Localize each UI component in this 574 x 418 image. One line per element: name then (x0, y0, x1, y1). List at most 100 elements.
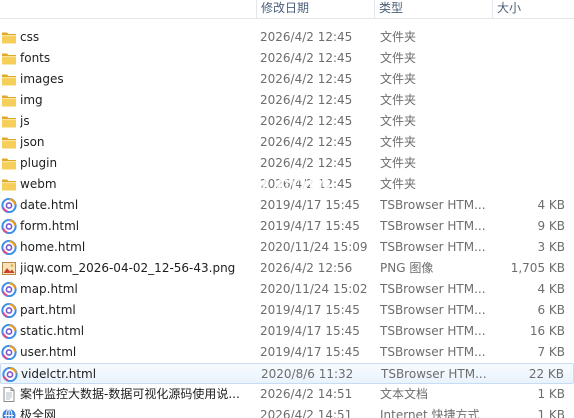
file-name: 极全网 (20, 408, 57, 418)
file-type: TSBrowser HTM... (380, 240, 486, 254)
browser-icon (1, 344, 17, 361)
file-modified-date: 2019/4/17 15:45 (260, 303, 360, 317)
file-size: 3 KB (537, 240, 565, 254)
folder-icon (1, 30, 17, 45)
file-modified-date: 2026/4/2 12:45 (260, 51, 353, 65)
file-type: 文件夹 (380, 93, 417, 107)
file-size: 1 KB (537, 408, 565, 418)
folder-icon (1, 114, 17, 129)
file-name: home.html (20, 240, 86, 254)
shortcut-icon (1, 408, 17, 418)
file-type: 文件夹 (380, 51, 417, 65)
column-header-modified[interactable]: 修改日期 (256, 0, 374, 19)
file-row[interactable]: img 2026/4/2 12:45 文件夹 (0, 90, 574, 111)
file-type: 文件夹 (380, 30, 417, 44)
file-type: 文件夹 (380, 72, 417, 86)
file-row[interactable]: fonts 2026/4/2 12:45 文件夹 (0, 48, 574, 69)
file-row[interactable]: 案件监控大数据-数据可视化源码使用说... 2026/4/2 14:51 文本文档 1… (0, 384, 574, 405)
browser-icon (1, 281, 17, 298)
file-size: 6 KB (537, 303, 565, 317)
image-icon (1, 261, 17, 276)
file-name: webm (20, 177, 57, 191)
file-name: static.html (20, 324, 85, 338)
file-name: plugin (20, 156, 58, 170)
folder-icon (1, 72, 17, 87)
file-type: TSBrowser HTM... (380, 345, 486, 359)
file-row[interactable]: webm 2026/4/2 12:45 文件夹 (0, 174, 574, 195)
file-size: 7 KB (537, 345, 565, 359)
browser-icon (1, 302, 17, 319)
file-name: img (20, 93, 43, 107)
file-modified-date: 2019/4/17 15:45 (260, 324, 360, 338)
file-type: Internet 快捷方式 (380, 408, 480, 418)
file-row[interactable]: css 2026/4/2 12:45 文件夹 (0, 27, 574, 48)
file-row[interactable]: static.html 2019/4/17 15:45 TSBrowser HTM.… (0, 321, 574, 342)
file-row[interactable]: 极全网 2026/4/2 14:51 Internet 快捷方式 1 KB (0, 405, 574, 418)
folder-icon (1, 93, 17, 108)
file-size: 1,705 KB (510, 261, 565, 275)
file-modified-date: 2020/8/6 11:32 (261, 367, 354, 381)
browser-icon (2, 366, 18, 383)
browser-icon (1, 239, 17, 256)
file-type: 文本文档 (380, 387, 429, 401)
file-size: 16 KB (529, 324, 565, 338)
file-size: 1 KB (537, 387, 565, 401)
file-row[interactable]: images 2026/4/2 12:45 文件夹 (0, 69, 574, 90)
file-name: js (20, 114, 30, 128)
browser-icon (1, 323, 17, 340)
browser-icon (1, 197, 17, 214)
file-modified-date: 2019/4/17 15:45 (260, 198, 360, 212)
file-row[interactable]: user.html 2019/4/17 15:45 TSBrowser HTM...… (0, 342, 574, 363)
file-row[interactable]: plugin 2026/4/2 12:45 文件夹 (0, 153, 574, 174)
file-size: 9 KB (537, 219, 565, 233)
file-row[interactable]: date.html 2019/4/17 15:45 TSBrowser HTM...… (0, 195, 574, 216)
file-modified-date: 2026/4/2 12:56 (260, 261, 353, 275)
file-type: TSBrowser HTM... (380, 219, 486, 233)
file-name: videlctr.html (21, 367, 97, 381)
file-row[interactable]: js 2026/4/2 12:45 文件夹 (0, 111, 574, 132)
file-row[interactable]: jiqw.com_2026-04-02_12-56-43.png 2026/4/2… (0, 258, 574, 279)
file-modified-date: 2026/4/2 12:45 (260, 72, 353, 86)
file-modified-date: 2020/11/24 15:02 (260, 282, 368, 296)
file-row[interactable]: home.html 2020/11/24 15:09 TSBrowser HTM..… (0, 237, 574, 258)
file-name: 案件监控大数据-数据可视化源码使用说... (20, 387, 240, 401)
file-modified-date: 2026/4/2 12:45 (260, 177, 353, 191)
folder-icon (1, 135, 17, 150)
file-name: form.html (20, 219, 80, 233)
file-type: TSBrowser HTM... (380, 303, 486, 317)
file-name: user.html (20, 345, 77, 359)
file-name: images (20, 72, 64, 86)
column-header-size[interactable]: 大小 (492, 0, 574, 19)
file-name: fonts (20, 51, 51, 65)
folder-icon (1, 51, 17, 66)
file-name: css (20, 30, 40, 44)
file-type: PNG 图像 (380, 261, 434, 275)
file-size: 4 KB (537, 282, 565, 296)
file-name: json (20, 135, 45, 149)
file-modified-date: 2026/4/2 14:51 (260, 387, 353, 401)
file-modified-date: 2026/4/2 12:45 (260, 30, 353, 44)
file-name: date.html (20, 198, 79, 212)
file-row[interactable]: map.html 2020/11/24 15:02 TSBrowser HTM...… (0, 279, 574, 300)
column-header: 修改日期 类型 大小 (0, 0, 574, 19)
column-header-type[interactable]: 类型 (374, 0, 492, 19)
folder-icon (1, 156, 17, 171)
browser-icon (1, 218, 17, 235)
file-size: 4 KB (537, 198, 565, 212)
file-type: TSBrowser HTM... (380, 324, 486, 338)
file-row[interactable]: json 2026/4/2 12:45 文件夹 (0, 132, 574, 153)
file-modified-date: 2026/4/2 12:45 (260, 93, 353, 107)
file-row[interactable]: part.html 2019/4/17 15:45 TSBrowser HTM...… (0, 300, 574, 321)
file-modified-date: 2026/4/2 14:51 (260, 408, 353, 418)
file-modified-date: 2026/4/2 12:45 (260, 114, 353, 128)
file-size: 22 KB (528, 367, 564, 381)
file-type: TSBrowser HTM... (381, 367, 487, 381)
file-row[interactable]: videlctr.html 2020/8/6 11:32 TSBrowser HTM… (0, 363, 574, 384)
file-modified-date: 2026/4/2 12:45 (260, 156, 353, 170)
column-header-name[interactable] (0, 0, 256, 19)
file-name: jiqw.com_2026-04-02_12-56-43.png (20, 261, 236, 275)
file-row[interactable]: form.html 2019/4/17 15:45 TSBrowser HTM...… (0, 216, 574, 237)
file-type: 文件夹 (380, 114, 417, 128)
file-list: css 2026/4/2 12:45 文件夹 fonts 2026/4/2 12:45 文… (0, 27, 574, 418)
file-name: part.html (20, 303, 76, 317)
